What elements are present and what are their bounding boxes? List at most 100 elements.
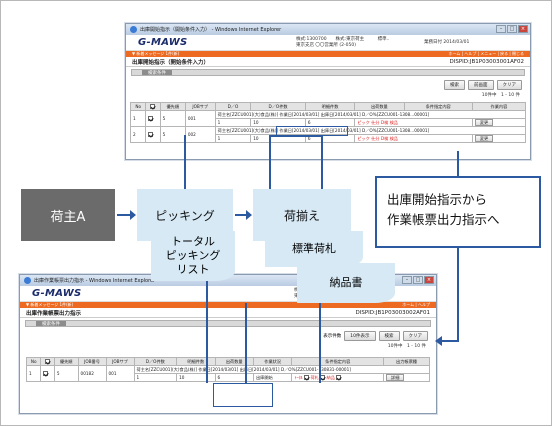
row-select[interactable] xyxy=(40,365,55,382)
col-priority: 優先順 xyxy=(53,357,79,366)
table-row[interactable]: 1 5 001 荷主名[ZZCU001](大)食品(株)] 作業日[2014/0… xyxy=(129,110,527,127)
top-window-titlebar: 出庫開始指示（開始条件入力） - Windows Internet Explor… xyxy=(126,24,530,35)
maximize-icon[interactable]: □ xyxy=(413,276,423,284)
bottom-page-title-row: 出庫作業帳票出力指示 DISPID:JB1P03003002AF01 xyxy=(20,308,436,318)
row-checkbox[interactable] xyxy=(148,132,154,138)
highlight-output-types xyxy=(213,383,273,407)
callout-line xyxy=(457,151,459,176)
select-all-checkbox[interactable] xyxy=(150,104,156,110)
detail-button[interactable]: 詳細 xyxy=(386,373,405,381)
row-tags: ピック 仕分 D検 検品 xyxy=(354,118,473,127)
col-select[interactable] xyxy=(145,102,161,111)
window-controls: – □ × xyxy=(402,276,434,284)
row-job: 002 xyxy=(184,126,216,143)
page-title: 出庫作業帳票出力指示 xyxy=(26,310,82,317)
col-select[interactable] xyxy=(40,357,55,366)
row-job-sub: 001 xyxy=(105,365,135,382)
col-condition: 条件指定内容 xyxy=(403,102,473,111)
connector-line xyxy=(184,135,186,190)
business-date: 業務日付 2014/03/01 xyxy=(424,40,470,45)
row-select[interactable] xyxy=(145,110,161,127)
header-links[interactable]: ホーム | ヘルプ | メニュー | 戻る | 閉じる xyxy=(449,51,524,57)
new-message-link[interactable]: ▼ 新着メッセージ 1件(新) xyxy=(26,302,73,308)
col-work: 作業内容 xyxy=(471,102,527,111)
table-header: No 優先順 JOBサブ D／O D／O件数 明細件数 出荷数量 条件指定内容 … xyxy=(129,102,527,111)
search-condition-tab[interactable]: 検索条件 xyxy=(36,321,66,327)
close-icon[interactable]: × xyxy=(518,25,528,33)
row-condition: 荷主名[ZZCU001](大)食品(株)] 作業日[2014/03/01] 出庫… xyxy=(214,110,527,119)
search-condition-bar[interactable]: 検索条件 xyxy=(131,69,525,76)
col-no: No xyxy=(129,102,147,111)
tag-sort: 仕分 xyxy=(371,119,380,125)
col-status: 作業状況 xyxy=(252,357,293,366)
delivery-note-doc: 納品書 xyxy=(297,263,395,303)
row-condition: 荷主名[ZZCU001](大)食品(株)] 作業日[2014/03/01] 出庫… xyxy=(133,365,430,374)
row-checkbox[interactable] xyxy=(148,116,154,122)
row-action: 詳細 xyxy=(383,373,430,382)
previous-screen-button[interactable]: 前画面 xyxy=(468,80,494,90)
header-info: 株式:1300700 株式:東京荷主 標準.. 東京支店 〇〇営業所 (2-05… xyxy=(296,37,390,48)
row-status: 出庫開始 xyxy=(252,373,293,382)
callout-box: 出庫開始指示から 作業帳票出力指示へ xyxy=(375,176,541,248)
header-links[interactable]: ホーム | ヘルプ xyxy=(402,302,430,308)
row-no: 1 xyxy=(25,365,42,382)
tag-pick: ピック xyxy=(357,119,370,125)
clear-button[interactable]: クリア xyxy=(402,331,428,341)
minimize-icon[interactable]: – xyxy=(496,25,506,33)
callout-line xyxy=(457,248,459,340)
minimize-icon[interactable]: – xyxy=(402,276,412,284)
maximize-icon[interactable]: □ xyxy=(507,25,517,33)
table-row[interactable]: 1 5 00182 001 荷主名[ZZCU001](大)食品(株)] 作業日[… xyxy=(25,365,430,382)
row-do-count: 1 xyxy=(214,134,252,143)
new-message-link[interactable]: ▼ 新着メッセージ 1件(新) xyxy=(132,51,179,57)
row-priority: 5 xyxy=(159,126,186,143)
top-button-row: 検索 前画面 クリア xyxy=(126,78,530,92)
col-detail-count: 明細件数 xyxy=(176,357,216,366)
result-count: 10件中 1 - 10 件 xyxy=(481,93,520,98)
select-all-checkbox[interactable] xyxy=(45,359,51,365)
search-condition-tab[interactable]: 検索条件 xyxy=(142,70,172,76)
bottom-window-title: 出庫作業帳票出力指示 - Windows Internet Explorer xyxy=(34,278,156,284)
top-result-table: No 優先順 JOBサブ D／O D／O件数 明細件数 出荷数量 条件指定内容 … xyxy=(129,102,527,143)
col-detail-count: 明細件数 xyxy=(304,102,356,111)
output-total-checkbox[interactable] xyxy=(304,375,310,380)
connector-line xyxy=(245,303,247,383)
callout-text: 出庫開始指示から 作業帳票出力指示へ xyxy=(387,192,500,227)
close-icon[interactable]: × xyxy=(424,276,434,284)
standard-tag-doc: 標準荷札 xyxy=(265,231,363,267)
tag-d-check: D検 xyxy=(380,135,389,141)
row-select[interactable] xyxy=(145,126,161,143)
tag-d-check: D検 xyxy=(380,119,389,125)
col-job-sub: JOBサブ xyxy=(184,102,216,111)
col-job-sub: JOBサブ xyxy=(105,357,135,366)
connector-line xyxy=(319,303,321,383)
col-no: No xyxy=(25,357,42,366)
arrow-right-icon xyxy=(235,210,252,220)
search-button[interactable]: 検索 xyxy=(444,80,465,90)
tag-inspect: 検品 xyxy=(389,119,398,125)
output-delivery-label: 納品 xyxy=(326,374,335,380)
change-button[interactable]: 変更 xyxy=(474,118,494,126)
ie-icon xyxy=(24,277,31,284)
tag-inspect: 検品 xyxy=(389,135,398,141)
search-condition-bar[interactable]: 検索条件 xyxy=(25,320,431,327)
callout-line xyxy=(441,340,459,342)
clear-button[interactable]: クリア xyxy=(496,80,522,90)
top-window-title: 出庫開始指示（開始条件入力） - Windows Internet Explor… xyxy=(140,27,282,33)
arrow-right-icon xyxy=(117,210,136,220)
connector-line xyxy=(269,135,323,137)
row-checkbox[interactable] xyxy=(43,371,49,377)
bottom-result-table: No 優先順 JOB番号 JOBサブ D／O件数 明細件数 出荷数量 作業状況 … xyxy=(25,357,430,382)
row-ship-qty: 6 xyxy=(214,373,254,382)
display-count-select[interactable]: 10件表示 xyxy=(344,331,376,341)
search-button[interactable]: 検索 xyxy=(378,331,400,341)
ie-icon xyxy=(130,26,137,33)
output-delivery-checkbox[interactable] xyxy=(336,375,342,380)
connector-line xyxy=(321,135,323,190)
row-no: 2 xyxy=(129,126,147,143)
col-do: D／O xyxy=(214,102,252,111)
col-do-count: D／O件数 xyxy=(133,357,178,366)
change-button[interactable]: 変更 xyxy=(474,134,494,142)
tag-sort: 仕分 xyxy=(371,135,380,141)
figure-frame: 出庫開始指示（開始条件入力） - Windows Internet Explor… xyxy=(0,0,552,426)
